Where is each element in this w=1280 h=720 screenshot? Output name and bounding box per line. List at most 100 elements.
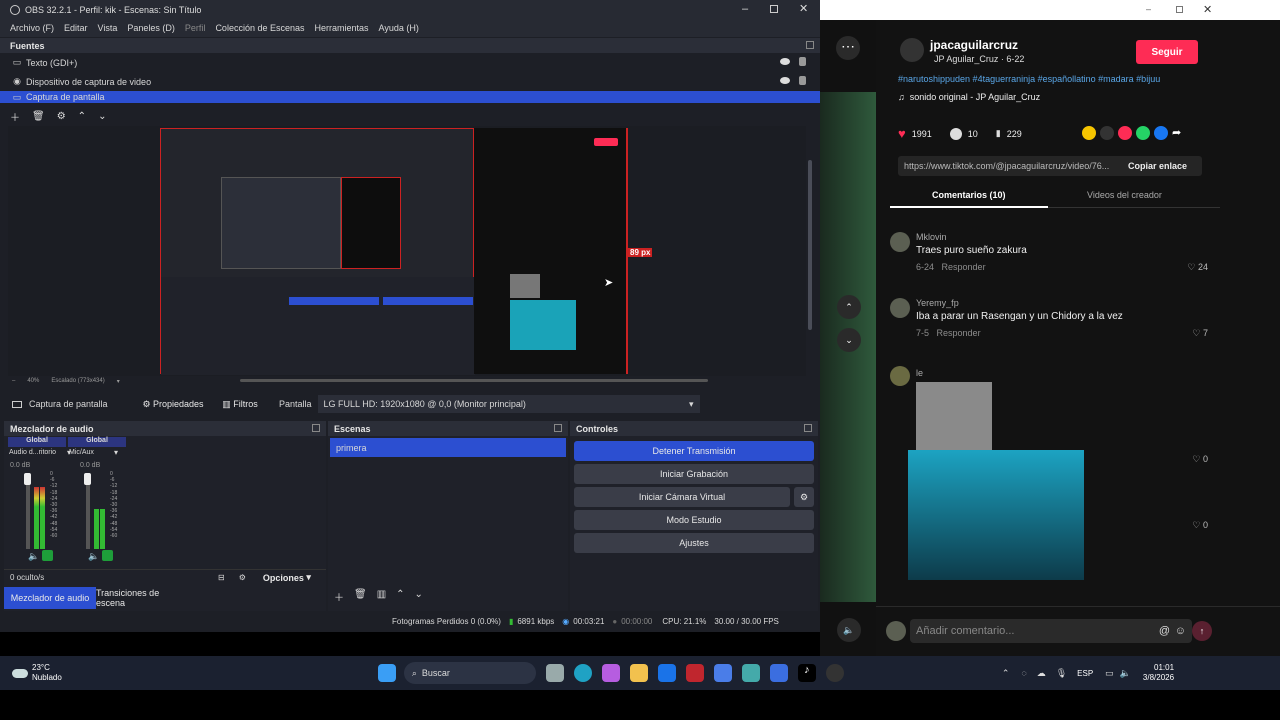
menu-vista[interactable]: Vista: [98, 23, 118, 33]
reply-button[interactable]: Responder: [937, 328, 981, 338]
filter-icon[interactable]: ▥: [377, 589, 386, 604]
volume-icon[interactable]: 🔈: [837, 618, 861, 642]
comment-like[interactable]: ♡ 0: [1192, 454, 1208, 465]
tray-icon[interactable]: ◌: [1021, 668, 1026, 678]
undock-icon[interactable]: [804, 424, 812, 432]
share-arrow-icon[interactable]: ➦: [1172, 126, 1181, 140]
minimize-icon[interactable]: –: [742, 3, 748, 15]
comment-like[interactable]: ♡ 7: [1192, 328, 1208, 339]
file-explorer-icon[interactable]: [629, 664, 648, 682]
heart-icon[interactable]: ♥: [898, 126, 906, 141]
reply-button[interactable]: Responder: [942, 262, 986, 272]
store-icon[interactable]: [713, 664, 732, 682]
chevron-up-icon[interactable]: ⌃: [1002, 668, 1010, 679]
chevron-down-icon[interactable]: ⌄: [837, 328, 861, 352]
avatar[interactable]: [890, 232, 910, 252]
menu-editar[interactable]: Editar: [64, 23, 88, 33]
video-url[interactable]: https://www.tiktok.com/@jpacaguilarcruz/…: [904, 161, 1128, 171]
chevron-up-icon[interactable]: ⌃: [837, 295, 861, 319]
source-item[interactable]: ▭ Texto (GDI+): [0, 53, 820, 72]
undock-icon[interactable]: [312, 424, 320, 432]
emoji-icon[interactable]: ☺: [1175, 625, 1186, 637]
search-box[interactable]: ⌕ Buscar: [403, 662, 536, 684]
headphones-icon[interactable]: [42, 550, 53, 561]
send-icon[interactable]: [1118, 126, 1132, 140]
maximize-icon[interactable]: [1176, 6, 1183, 13]
menu-herramientas[interactable]: Herramientas: [315, 23, 369, 33]
creator-avatar[interactable]: [900, 38, 924, 62]
facebook-icon[interactable]: [1154, 126, 1168, 140]
outlook-icon[interactable]: [657, 664, 676, 682]
eye-icon[interactable]: [780, 77, 790, 84]
bookmark-icon[interactable]: ▮: [996, 128, 1001, 139]
stop-stream-button[interactable]: Detener Transmisión: [574, 441, 814, 461]
network-icon[interactable]: ▭: [1105, 668, 1114, 679]
headphones-icon[interactable]: [102, 550, 113, 561]
close-icon[interactable]: ✕: [799, 2, 808, 15]
lock-icon[interactable]: [799, 76, 806, 85]
start-recording-button[interactable]: Iniciar Grabación: [574, 464, 814, 484]
maximize-icon[interactable]: [770, 5, 778, 13]
zoom-out-icon[interactable]: –: [12, 378, 15, 384]
move-up-icon[interactable]: ⌃: [396, 589, 404, 604]
mention-icon[interactable]: @: [1159, 625, 1170, 637]
trash-icon[interactable]: 🗑: [32, 111, 45, 122]
chevron-down-icon[interactable]: ▾: [114, 448, 118, 457]
send-button[interactable]: ↑: [1192, 621, 1212, 641]
properties-button[interactable]: ⚙ Propiedades: [139, 395, 207, 413]
undock-icon[interactable]: [554, 424, 562, 432]
more-icon[interactable]: ⋯: [836, 36, 860, 60]
mic-icon[interactable]: 🎙: [1056, 668, 1067, 679]
app-icon[interactable]: [741, 664, 760, 682]
comment-icon[interactable]: [949, 127, 962, 140]
v-scrollbar[interactable]: [808, 160, 812, 330]
minimize-icon[interactable]: –: [1146, 4, 1151, 14]
app-blue-icon[interactable]: [769, 664, 788, 682]
avatar[interactable]: [890, 298, 910, 318]
menu-ayuda[interactable]: Ayuda (H): [379, 23, 419, 33]
follow-button[interactable]: Seguir: [1136, 40, 1198, 64]
weather-widget[interactable]: 23°C Nublado: [32, 663, 62, 683]
add-source-icon[interactable]: ＋: [10, 109, 20, 124]
options-button[interactable]: Opciones ▾: [260, 571, 314, 585]
clock[interactable]: 01:01 3/8/2026: [1143, 663, 1174, 683]
eye-icon[interactable]: [780, 58, 790, 65]
source-item-selected[interactable]: ▭ Captura de pantalla: [0, 91, 820, 103]
whatsapp-icon[interactable]: [1136, 126, 1150, 140]
task-view-icon[interactable]: [545, 664, 564, 682]
display-select[interactable]: LG FULL HD: 1920x1080 @ 0,0 (Monitor pri…: [317, 395, 700, 413]
comment-like[interactable]: ♡ 0: [1192, 520, 1208, 531]
move-up-icon[interactable]: ⌃: [78, 111, 86, 122]
comment-user[interactable]: le: [916, 368, 923, 378]
comment-input[interactable]: Añadir comentario... @ ☺: [910, 619, 1192, 643]
volume-icon[interactable]: 🔈: [1120, 668, 1131, 679]
chevron-down-icon[interactable]: ▾: [67, 448, 71, 457]
h-scrollbar[interactable]: [240, 379, 708, 382]
tab-transitions[interactable]: Transiciones de escena: [96, 587, 188, 609]
move-down-icon[interactable]: ⌄: [98, 111, 106, 122]
trash-icon[interactable]: 🗑: [354, 589, 367, 604]
tray-icon[interactable]: ☁: [1037, 668, 1046, 679]
filters-button[interactable]: ▥ Filtros: [217, 395, 263, 413]
add-scene-icon[interactable]: ＋: [334, 589, 344, 604]
menu-coleccion[interactable]: Colección de Escenas: [215, 23, 304, 33]
menu-paneles[interactable]: Paneles (D): [127, 23, 175, 33]
move-down-icon[interactable]: ⌄: [415, 589, 423, 604]
slider-handle[interactable]: [84, 473, 91, 485]
speaker-icon[interactable]: 🔈: [88, 551, 99, 562]
menu-perfil[interactable]: Perfil: [185, 23, 206, 33]
language[interactable]: ESP: [1077, 669, 1093, 678]
close-icon[interactable]: ✕: [1203, 3, 1212, 16]
undock-icon[interactable]: [806, 41, 814, 49]
app-red-icon[interactable]: [685, 664, 704, 682]
tiktok-icon[interactable]: ♪: [797, 664, 816, 682]
speaker-icon[interactable]: 🔈: [28, 551, 39, 562]
layout-icon[interactable]: ⊟: [218, 573, 225, 582]
obs-icon[interactable]: [825, 664, 844, 682]
avatar[interactable]: [890, 366, 910, 386]
preview-area[interactable]: 89 px ➤: [8, 126, 806, 376]
creator-username[interactable]: jpacaguilarcruz: [930, 38, 1018, 52]
comment-like[interactable]: ♡ 24: [1187, 262, 1208, 273]
copy-link-button[interactable]: Copiar enlace: [1128, 161, 1187, 171]
embed-icon[interactable]: [1100, 126, 1114, 140]
